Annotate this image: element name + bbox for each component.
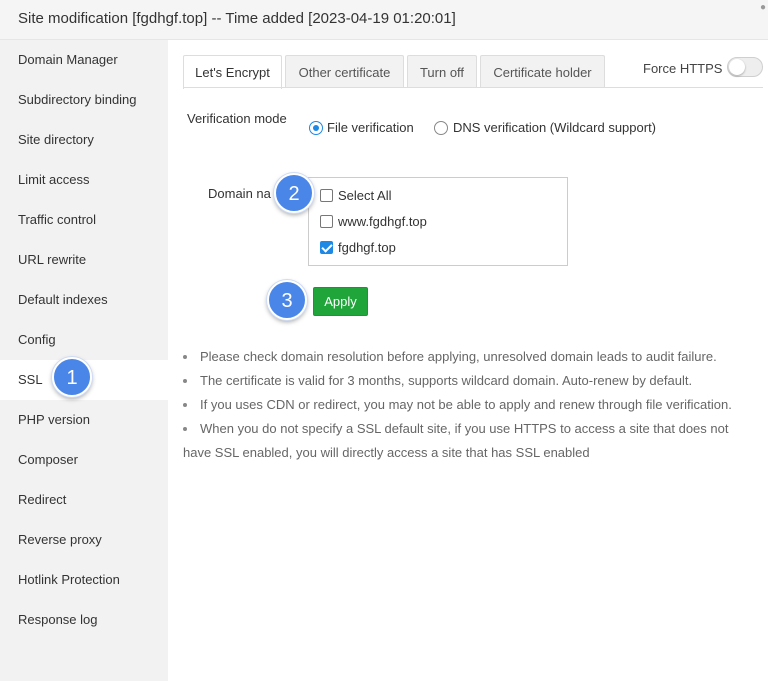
sidebar-item-traffic-control[interactable]: Traffic control [0, 200, 168, 240]
close-icon[interactable]: ● [760, 2, 766, 13]
step-badge-3: 3 [267, 280, 307, 320]
tab-turn-off[interactable]: Turn off [407, 55, 477, 88]
file-verification-label[interactable]: File verification [327, 120, 414, 135]
tab-certificate-holder[interactable]: Certificate holder [480, 55, 605, 88]
file-verification-radio[interactable] [309, 121, 323, 135]
dns-verification-radio[interactable] [434, 121, 448, 135]
window-titlebar: Site modification [fgdhgf.top] -- Time a… [0, 0, 768, 40]
sidebar-item-site-directory[interactable]: Site directory [0, 120, 168, 160]
verification-mode-label: Verification mode [187, 111, 287, 126]
select-all-checkbox[interactable] [320, 189, 333, 202]
select-all-label[interactable]: Select All [338, 188, 391, 203]
domain-checkbox-root[interactable] [320, 241, 333, 254]
domain-list: Select All www.fgdhgf.top fgdhgf.top [308, 177, 568, 266]
sidebar-item-domain-manager[interactable]: Domain Manager [0, 40, 168, 80]
force-https-toggle[interactable] [727, 57, 763, 77]
domain-label-www[interactable]: www.fgdhgf.top [338, 214, 427, 229]
note-item: The certificate is valid for 3 months, s… [183, 369, 753, 393]
step-badge-2: 2 [274, 173, 314, 213]
toggle-knob [729, 59, 745, 75]
sidebar-item-composer[interactable]: Composer [0, 440, 168, 480]
sidebar-item-hotlink-protection[interactable]: Hotlink Protection [0, 560, 168, 600]
tab-lets-encrypt[interactable]: Let's Encrypt [183, 55, 282, 89]
note-item: If you uses CDN or redirect, you may not… [183, 393, 753, 417]
domain-label-root[interactable]: fgdhgf.top [338, 240, 396, 255]
sidebar-item-config[interactable]: Config [0, 320, 168, 360]
tab-divider [183, 87, 763, 88]
sidebar-item-subdirectory-binding[interactable]: Subdirectory binding [0, 80, 168, 120]
note-item: Please check domain resolution before ap… [183, 345, 753, 369]
sidebar-item-reverse-proxy[interactable]: Reverse proxy [0, 520, 168, 560]
force-https-label: Force HTTPS [643, 61, 723, 76]
sidebar-item-redirect[interactable]: Redirect [0, 480, 168, 520]
sidebar-item-limit-access[interactable]: Limit access [0, 160, 168, 200]
domain-checkbox-www[interactable] [320, 215, 333, 228]
note-item: When you do not specify a SSL default si… [183, 417, 753, 465]
sidebar-item-url-rewrite[interactable]: URL rewrite [0, 240, 168, 280]
sidebar-item-response-log[interactable]: Response log [0, 600, 168, 640]
apply-button[interactable]: Apply [313, 287, 368, 316]
tab-other-certificate[interactable]: Other certificate [285, 55, 404, 88]
window-title: Site modification [fgdhgf.top] -- Time a… [18, 10, 456, 27]
sidebar-item-default-indexes[interactable]: Default indexes [0, 280, 168, 320]
step-badge-1: 1 [52, 357, 92, 397]
dns-verification-label[interactable]: DNS verification (Wildcard support) [453, 120, 656, 135]
ssl-notes: Please check domain resolution before ap… [183, 345, 753, 465]
sidebar-item-php-version[interactable]: PHP version [0, 400, 168, 440]
domain-name-label: Domain na [208, 186, 271, 201]
